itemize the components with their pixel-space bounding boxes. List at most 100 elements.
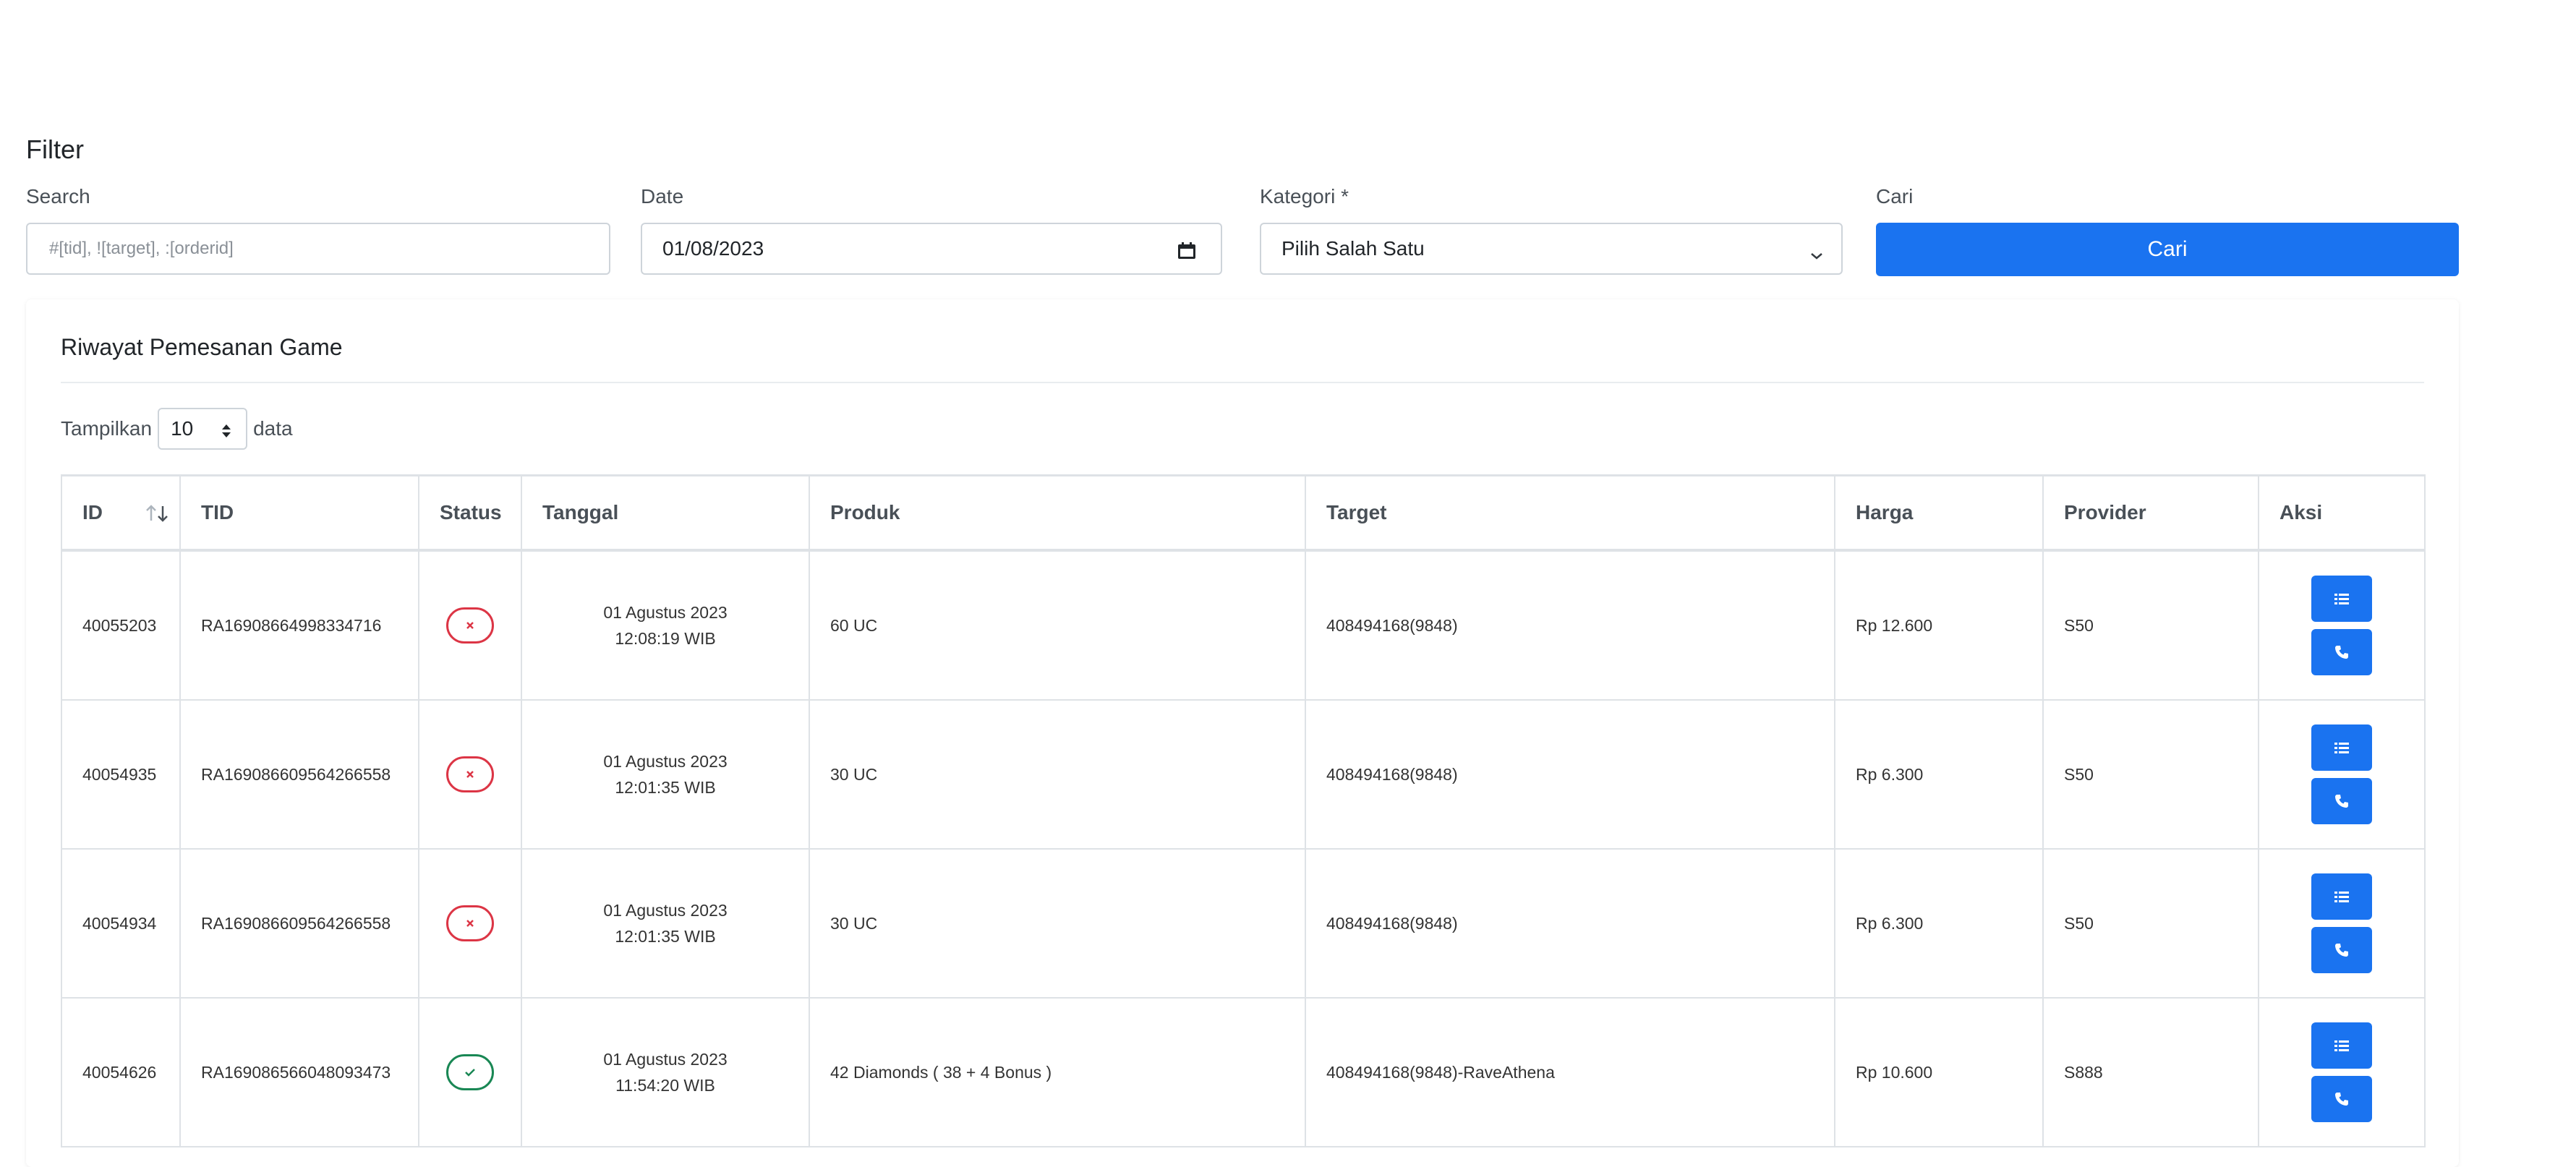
column-header-harga[interactable]: Harga	[1834, 474, 2044, 552]
list-icon	[2334, 1040, 2349, 1051]
date-label: Date	[641, 185, 684, 208]
page-length-control: Tampilkan 10 data	[61, 408, 293, 450]
cell-tanggal: 01 Agustus 2023 12:08:19 WIB	[521, 550, 810, 701]
cell-provider: S888	[2042, 997, 2259, 1147]
column-header-provider[interactable]: Provider	[2042, 474, 2259, 552]
contact-button[interactable]	[2311, 927, 2372, 973]
column-header-tanggal[interactable]: Tanggal	[521, 474, 810, 552]
cell-time: 11:54:20 WIB	[615, 1076, 715, 1095]
cell-tid: RA169086609564266558	[179, 848, 419, 999]
cell-time: 12:01:35 WIB	[615, 927, 716, 946]
cell-harga: Rp 6.300	[1834, 699, 2044, 850]
cell-harga: Rp 6.300	[1834, 848, 2044, 999]
cell-target: 408494168(9848)	[1305, 848, 1835, 999]
card-title: Riwayat Pemesanan Game	[61, 334, 343, 360]
cari-label: Cari	[1876, 185, 1914, 208]
table-header-row: ID TID Status Tanggal Produk Target Harg…	[61, 474, 2426, 552]
page-length-select[interactable]: 10	[158, 408, 248, 450]
cell-produk: 60 UC	[809, 550, 1306, 701]
column-header-produk[interactable]: Produk	[809, 474, 1306, 552]
updown-icon	[221, 421, 231, 444]
cell-tanggal: 01 Agustus 2023 12:01:35 WIB	[521, 848, 810, 999]
cell-id: 40054935	[61, 699, 181, 850]
list-icon	[2334, 892, 2349, 902]
cell-date: 01 Agustus 2023	[603, 752, 728, 771]
kategori-select[interactable]: Pilih Salah Satu	[1260, 223, 1843, 275]
detail-button[interactable]	[2311, 1022, 2372, 1069]
cell-produk: 30 UC	[809, 699, 1306, 850]
search-field[interactable]	[26, 223, 610, 275]
cell-tid: RA169086609564266558	[179, 699, 419, 850]
riwayat-card: Riwayat Pemesanan Game Tampilkan 10 data	[26, 299, 2459, 1167]
page-length-value: 10	[171, 417, 194, 440]
chevron-down-icon	[1809, 243, 1824, 266]
cell-date: 01 Agustus 2023	[603, 901, 728, 920]
cell-harga: Rp 12.600	[1834, 550, 2044, 701]
check-icon	[465, 1069, 475, 1077]
column-header-target[interactable]: Target	[1305, 474, 1835, 552]
table-row: 40055203 RA16908664998334716 01 Agustus …	[61, 550, 2426, 701]
contact-button[interactable]	[2311, 629, 2372, 675]
cell-harga: Rp 10.600	[1834, 997, 2044, 1147]
column-header-id[interactable]: ID	[61, 474, 181, 552]
cell-aksi	[2258, 848, 2426, 999]
phone-icon	[2335, 944, 2348, 957]
table-row: 40054934 RA169086609564266558 01 Agustus…	[61, 848, 2426, 999]
cell-status	[418, 550, 522, 701]
column-header-tid[interactable]: TID	[179, 474, 419, 552]
cell-target: 408494168(9848)-RaveAthena	[1305, 997, 1835, 1147]
card-divider	[61, 382, 2424, 383]
detail-button[interactable]	[2311, 576, 2372, 622]
filter-title: Filter	[26, 134, 84, 164]
detail-button[interactable]	[2311, 724, 2372, 771]
sort-icon[interactable]	[145, 504, 169, 528]
cell-status	[418, 848, 522, 999]
cell-id: 40054626	[61, 997, 181, 1147]
search-input[interactable]	[48, 238, 589, 260]
phone-icon	[2335, 1093, 2348, 1106]
search-label: Search	[26, 185, 90, 208]
cell-status	[418, 699, 522, 850]
cell-id: 40054934	[61, 848, 181, 999]
orders-table: ID TID Status Tanggal Produk Target Harg…	[61, 474, 2426, 1147]
contact-button[interactable]	[2311, 1076, 2372, 1122]
table-row: 40054935 RA169086609564266558 01 Agustus…	[61, 699, 2426, 850]
cell-id: 40055203	[61, 550, 181, 701]
kategori-selected: Pilih Salah Satu	[1281, 237, 1425, 260]
cell-tanggal: 01 Agustus 2023 11:54:20 WIB	[521, 997, 810, 1147]
cell-target: 408494168(9848)	[1305, 699, 1835, 850]
cell-date: 01 Agustus 2023	[603, 603, 728, 622]
cell-tid: RA16908664998334716	[179, 550, 419, 701]
calendar-icon[interactable]	[1177, 241, 1196, 259]
cari-button[interactable]: Cari	[1876, 223, 2459, 276]
cell-tid: RA169086566048093473	[179, 997, 419, 1147]
cell-provider: S50	[2042, 699, 2259, 850]
date-field[interactable]: 01/08/2023	[641, 223, 1222, 275]
cell-aksi	[2258, 699, 2426, 850]
cell-time: 12:08:19 WIB	[615, 629, 716, 648]
cell-date: 01 Agustus 2023	[603, 1050, 728, 1069]
cell-provider: S50	[2042, 848, 2259, 999]
x-icon	[466, 771, 474, 778]
length-prefix: Tampilkan	[61, 417, 153, 440]
list-icon	[2334, 594, 2349, 604]
page: Filter Search Date 01/08/2023 Kategori *…	[0, 0, 2576, 1167]
status-badge-failed	[446, 756, 494, 792]
contact-button[interactable]	[2311, 778, 2372, 824]
kategori-label: Kategori *	[1260, 185, 1349, 208]
cell-tanggal: 01 Agustus 2023 12:01:35 WIB	[521, 699, 810, 850]
status-badge-failed	[446, 905, 494, 941]
cell-status	[418, 997, 522, 1147]
status-badge-failed	[446, 607, 494, 644]
detail-button[interactable]	[2311, 873, 2372, 920]
x-icon	[466, 622, 474, 629]
table-row: 40054626 RA169086566048093473 01 Agustus…	[61, 997, 2426, 1147]
cell-time: 12:01:35 WIB	[615, 778, 716, 797]
cell-aksi	[2258, 997, 2426, 1147]
column-header-status[interactable]: Status	[418, 474, 522, 552]
phone-icon	[2335, 646, 2348, 659]
status-badge-success	[446, 1054, 494, 1090]
length-suffix: data	[253, 417, 293, 440]
cell-produk: 42 Diamonds ( 38 + 4 Bonus )	[809, 997, 1306, 1147]
x-icon	[466, 920, 474, 927]
